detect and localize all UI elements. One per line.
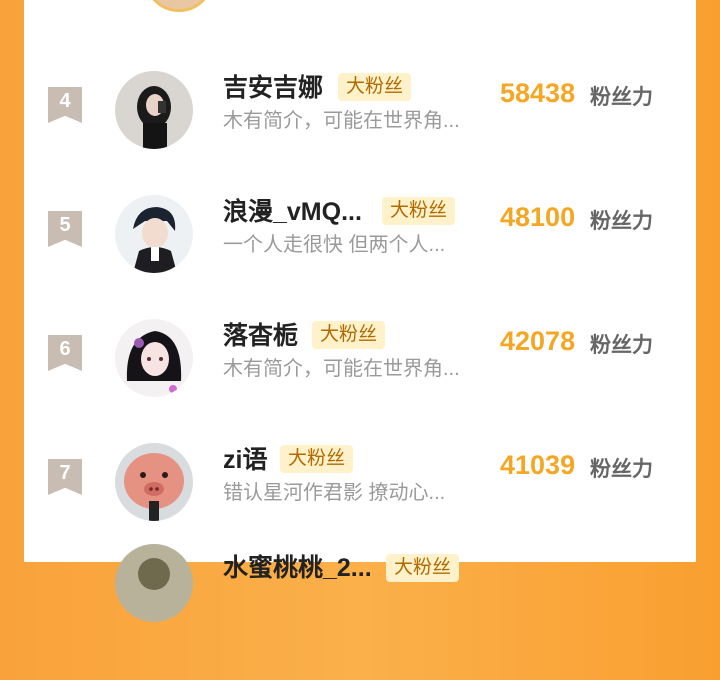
fan-power-value: 41039 xyxy=(500,450,576,480)
fan-level-badge: 大粉丝 xyxy=(382,197,456,225)
user-name[interactable]: 落杳栀 xyxy=(223,316,298,352)
avatar[interactable] xyxy=(115,544,193,622)
user-bio: 一个人走很快 但两个人... xyxy=(223,234,446,256)
avatar[interactable] xyxy=(115,195,193,273)
avatar-image xyxy=(115,319,193,397)
avatar[interactable] xyxy=(144,0,214,12)
fan-level-badge: 大粉丝 xyxy=(312,321,386,349)
fan-ranking-list: 4 吉安吉娜 大粉丝 木有简介，可能在世界角... 58438 粉丝力 5 浪漫… xyxy=(24,0,696,622)
avatar-image xyxy=(115,544,193,622)
avatar[interactable] xyxy=(115,319,193,397)
user-name[interactable]: zi语 xyxy=(223,440,267,476)
rank-badge: 7 xyxy=(48,459,82,495)
list-item[interactable]: 水蜜桃桃_2... 大粉丝 xyxy=(24,544,696,680)
fan-power-label: 粉丝力 xyxy=(590,210,653,233)
fan-level-badge: 大粉丝 xyxy=(386,554,460,582)
fan-power-label: 粉丝力 xyxy=(590,458,653,481)
avatar-image xyxy=(115,443,193,521)
list-item[interactable]: 5 浪漫_vMQ... 大粉丝 一个人走很快 但两个人... 48100 粉丝力 xyxy=(24,195,696,308)
fan-power-value: 48100 xyxy=(500,202,576,232)
user-name[interactable]: 浪漫_vMQ... xyxy=(223,192,362,228)
user-name[interactable]: 水蜜桃桃_2... xyxy=(223,548,372,584)
list-item[interactable]: 7 zi语 大粉丝 错认星河作君影 撩动心... 41039 粉丝力 xyxy=(24,443,696,556)
fan-power-label: 粉丝力 xyxy=(590,334,653,357)
avatar-image xyxy=(115,71,193,149)
list-item[interactable]: 6 落杳栀 大粉丝 木有简介，可能在世界角... 42078 粉丝力 xyxy=(24,319,696,432)
user-bio: 木有简介，可能在世界角... xyxy=(223,358,460,380)
user-bio: 错认星河作君影 撩动心... xyxy=(223,482,446,504)
list-item[interactable]: 4 吉安吉娜 大粉丝 木有简介，可能在世界角... 58438 粉丝力 xyxy=(24,71,696,184)
fan-power-label: 粉丝力 xyxy=(590,86,653,109)
fan-level-badge: 大粉丝 xyxy=(338,73,412,101)
rank-badge: 6 xyxy=(48,335,82,371)
fan-power-value: 58438 xyxy=(500,78,576,108)
user-bio: 木有简介，可能在世界角... xyxy=(223,110,460,132)
user-name[interactable]: 吉安吉娜 xyxy=(223,68,323,104)
rank-badge: 4 xyxy=(48,87,82,123)
avatar-image xyxy=(115,195,193,273)
avatar[interactable] xyxy=(115,443,193,521)
rank-badge: 5 xyxy=(48,211,82,247)
fan-level-badge: 大粉丝 xyxy=(280,445,354,473)
avatar[interactable] xyxy=(115,71,193,149)
fan-power-value: 42078 xyxy=(500,326,576,356)
